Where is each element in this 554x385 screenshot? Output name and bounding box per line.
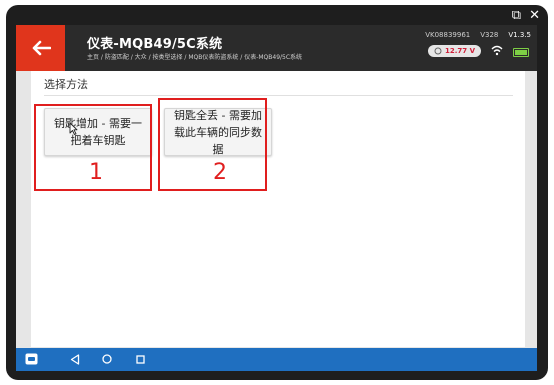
- restore-icon[interactable]: ⧉: [512, 9, 521, 23]
- section-title: 选择方法: [44, 78, 88, 91]
- annotation-number-1: 1: [89, 160, 103, 185]
- recents-button[interactable]: [133, 352, 147, 366]
- back-button[interactable]: [16, 25, 65, 71]
- nav-back-button[interactable]: [68, 352, 82, 366]
- status-bar: VK08839961 V328 V1.3.5: [425, 31, 531, 39]
- voltage-badge: 12.77 V: [428, 45, 481, 57]
- app-switch-icon: [25, 353, 37, 365]
- app-version: V1.3.5: [508, 31, 531, 39]
- close-icon[interactable]: ✕: [529, 9, 540, 23]
- home-button[interactable]: [100, 352, 114, 366]
- gauge-icon: [434, 47, 442, 55]
- nav-back-icon: [70, 353, 80, 365]
- home-icon: [102, 354, 112, 364]
- serial-number: VK08839961: [425, 31, 471, 39]
- breadcrumb: 主页 / 防盗匹配 / 大众 / 按类型选择 / MQB仪表防盗系统 / 仪表-…: [87, 54, 303, 61]
- window-controls: ⧉ ✕: [512, 7, 540, 25]
- device-frame: ⧉ ✕ 仪表-MQB49/5C系统 主页 / 防盗匹配 / 大众 / 按类型选择…: [6, 5, 548, 380]
- divider: [44, 95, 513, 96]
- app-switch-button[interactable]: [24, 352, 38, 366]
- recents-icon: [135, 354, 145, 364]
- app-header: 仪表-MQB49/5C系统 主页 / 防盗匹配 / 大众 / 按类型选择 / M…: [16, 25, 537, 71]
- wifi-icon: [491, 45, 503, 56]
- battery-icon: [513, 48, 529, 57]
- mouse-cursor-icon: [69, 122, 78, 135]
- page-title: 仪表-MQB49/5C系统: [87, 37, 223, 52]
- system-navbar: [16, 348, 537, 371]
- version-code: V328: [480, 31, 499, 39]
- voltage-value: 12.77 V: [445, 47, 475, 55]
- back-arrow-icon: [32, 40, 51, 56]
- annotation-number-2: 2: [213, 160, 227, 185]
